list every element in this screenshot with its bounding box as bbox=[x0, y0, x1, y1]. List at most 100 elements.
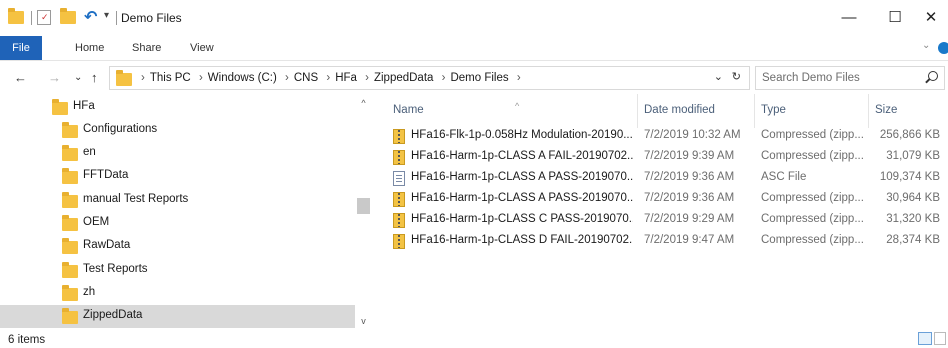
back-button[interactable]: ← bbox=[14, 70, 27, 85]
nav-item-label: Configurations bbox=[83, 123, 158, 135]
search-icon[interactable] bbox=[928, 71, 938, 81]
help-icon[interactable] bbox=[938, 42, 948, 54]
column-header-type[interactable]: Type bbox=[761, 104, 786, 120]
file-row[interactable]: HFa16-Harm-1p-CLASS A FAIL-20190702... 7… bbox=[380, 147, 948, 168]
customize-quick-access-icon[interactable]: ▾ bbox=[104, 10, 109, 21]
crumb-cns[interactable]: CNS bbox=[294, 72, 318, 84]
scroll-thumb[interactable] bbox=[357, 198, 370, 214]
file-date: 7/2/2019 10:32 AM bbox=[644, 129, 741, 141]
column-divider[interactable] bbox=[868, 94, 869, 128]
scroll-up-button[interactable]: ^ bbox=[355, 96, 372, 110]
minimize-button[interactable]: — bbox=[826, 0, 872, 36]
nav-scrollbar[interactable]: ^ v bbox=[355, 94, 372, 330]
nav-item-configurations[interactable]: Configurations bbox=[0, 119, 355, 142]
undo-icon[interactable]: ↶ bbox=[84, 7, 97, 27]
nav-item-manual-test-reports[interactable]: manual Test Reports bbox=[0, 189, 355, 212]
recent-locations-button[interactable]: ⌄ bbox=[74, 72, 82, 83]
file-size: 256,866 KB bbox=[879, 129, 940, 141]
nav-item-fftdata[interactable]: FFTData bbox=[0, 165, 355, 188]
file-date: 7/2/2019 9:47 AM bbox=[644, 234, 735, 246]
file-row[interactable]: HFa16-Flk-1p-0.058Hz Modulation-20190...… bbox=[380, 126, 948, 147]
nav-item-rawdata[interactable]: RawData bbox=[0, 235, 355, 258]
file-name: HFa16-Harm-1p-CLASS A PASS-2019070... bbox=[411, 171, 633, 183]
close-button[interactable]: ✕ bbox=[914, 0, 948, 36]
breadcrumb: › This PC › Windows (C:) › CNS › HFa › Zipped… bbox=[136, 67, 526, 89]
file-date: 7/2/2019 9:36 AM bbox=[644, 171, 735, 183]
address-bar[interactable]: › This PC › Windows (C:) › CNS › HFa › Zipped… bbox=[109, 66, 750, 90]
nav-item-test-reports[interactable]: Test Reports bbox=[0, 259, 355, 282]
file-list: Name ^ Date modified Type Size HFa16-Flk… bbox=[380, 94, 948, 330]
folder-icon bbox=[62, 215, 78, 231]
nav-item-label: zh bbox=[83, 286, 96, 298]
status-bar: 6 items bbox=[0, 330, 948, 348]
file-date: 7/2/2019 9:39 AM bbox=[644, 150, 735, 162]
nav-item-zippeddata[interactable]: ZippedData bbox=[0, 305, 355, 328]
file-row[interactable]: HFa16-Harm-1p-CLASS D FAIL-20190702... 7… bbox=[380, 231, 948, 252]
up-button[interactable]: ↑ bbox=[91, 70, 98, 85]
tab-home[interactable]: Home bbox=[75, 36, 104, 60]
nav-item-hfa[interactable]: HFa bbox=[0, 96, 355, 119]
tab-view[interactable]: View bbox=[190, 36, 214, 60]
file-type: Compressed (zipp... bbox=[761, 234, 864, 246]
folder-icon bbox=[52, 99, 68, 115]
details-view-icon[interactable] bbox=[918, 332, 932, 345]
zip-icon bbox=[393, 150, 405, 165]
nav-item-label: RawData bbox=[83, 239, 131, 251]
crumb-hfa[interactable]: HFa bbox=[335, 72, 357, 84]
refresh-icon[interactable]: ↻ bbox=[732, 70, 741, 83]
maximize-button[interactable]: ☐ bbox=[872, 0, 918, 36]
nav-item-zh[interactable]: zh bbox=[0, 282, 355, 305]
breadcrumb-separator: › bbox=[441, 72, 446, 84]
folder-icon bbox=[62, 192, 78, 208]
folder-icon bbox=[62, 168, 78, 184]
crumb-windows-c[interactable]: Windows (C:) bbox=[208, 72, 277, 84]
breadcrumb-separator: › bbox=[365, 72, 369, 84]
toolbar-separator bbox=[31, 11, 32, 25]
nav-item-label: ZippedData bbox=[83, 309, 143, 321]
properties-icon[interactable]: ✓ bbox=[37, 10, 51, 25]
file-size: 28,374 KB bbox=[886, 234, 940, 246]
column-header-size[interactable]: Size bbox=[875, 104, 897, 120]
breadcrumb-separator: › bbox=[516, 72, 521, 84]
file-size: 31,320 KB bbox=[886, 213, 940, 225]
folder-icon bbox=[62, 238, 78, 254]
tab-file[interactable]: File bbox=[0, 36, 42, 60]
crumb-this-pc[interactable]: This PC bbox=[150, 72, 191, 84]
sort-ascending-icon: ^ bbox=[515, 101, 520, 111]
nav-item-label: HFa bbox=[73, 100, 95, 112]
file-type: Compressed (zipp... bbox=[761, 213, 864, 225]
file-type: Compressed (zipp... bbox=[761, 129, 864, 141]
column-header-label: Name bbox=[393, 104, 424, 116]
zip-icon bbox=[393, 192, 405, 207]
folder-icon bbox=[62, 285, 78, 301]
nav-item-label: en bbox=[83, 146, 96, 158]
column-divider[interactable] bbox=[637, 94, 638, 128]
forward-button[interactable]: → bbox=[48, 70, 61, 85]
item-count: 6 items bbox=[8, 334, 46, 346]
crumb-zippeddata[interactable]: ZippedData bbox=[374, 72, 433, 84]
nav-item-oem[interactable]: OEM bbox=[0, 212, 355, 235]
crumb-demo-files[interactable]: Demo Files bbox=[450, 72, 508, 84]
nav-item-en[interactable]: en bbox=[0, 142, 355, 165]
search-input[interactable] bbox=[762, 70, 922, 86]
file-row[interactable]: HFa16-Harm-1p-CLASS A PASS-2019070... 7/… bbox=[380, 168, 948, 189]
file-row[interactable]: HFa16-Harm-1p-CLASS A PASS-2019070... 7/… bbox=[380, 189, 948, 210]
ribbon-tabs: File Home Share View ⌄ bbox=[0, 36, 948, 60]
folder-icon bbox=[62, 145, 78, 161]
address-dropdown-icon[interactable]: ⌄ bbox=[714, 70, 723, 83]
file-row[interactable]: HFa16-Harm-1p-CLASS C PASS-2019070... 7/… bbox=[380, 210, 948, 231]
column-header-date[interactable]: Date modified bbox=[644, 104, 715, 120]
folder-icon bbox=[62, 308, 78, 324]
tab-share[interactable]: Share bbox=[132, 36, 161, 60]
scroll-down-button[interactable]: v bbox=[355, 314, 372, 328]
file-name: HFa16-Flk-1p-0.058Hz Modulation-20190... bbox=[411, 129, 633, 141]
breadcrumb-separator: › bbox=[198, 72, 203, 84]
title-bar: ✓ ↶ ▾ Demo Files — ☐ ✕ bbox=[0, 0, 948, 36]
large-icons-view-icon[interactable] bbox=[934, 332, 946, 345]
expand-ribbon-icon[interactable]: ⌄ bbox=[922, 40, 930, 51]
navigation-pane: HFa Configurations en FFTData manual Tes… bbox=[0, 94, 372, 330]
file-name: HFa16-Harm-1p-CLASS D FAIL-20190702... bbox=[411, 234, 633, 246]
breadcrumb-separator: › bbox=[141, 72, 145, 84]
column-header-name[interactable]: Name ^ bbox=[393, 101, 519, 120]
column-divider[interactable] bbox=[754, 94, 755, 128]
